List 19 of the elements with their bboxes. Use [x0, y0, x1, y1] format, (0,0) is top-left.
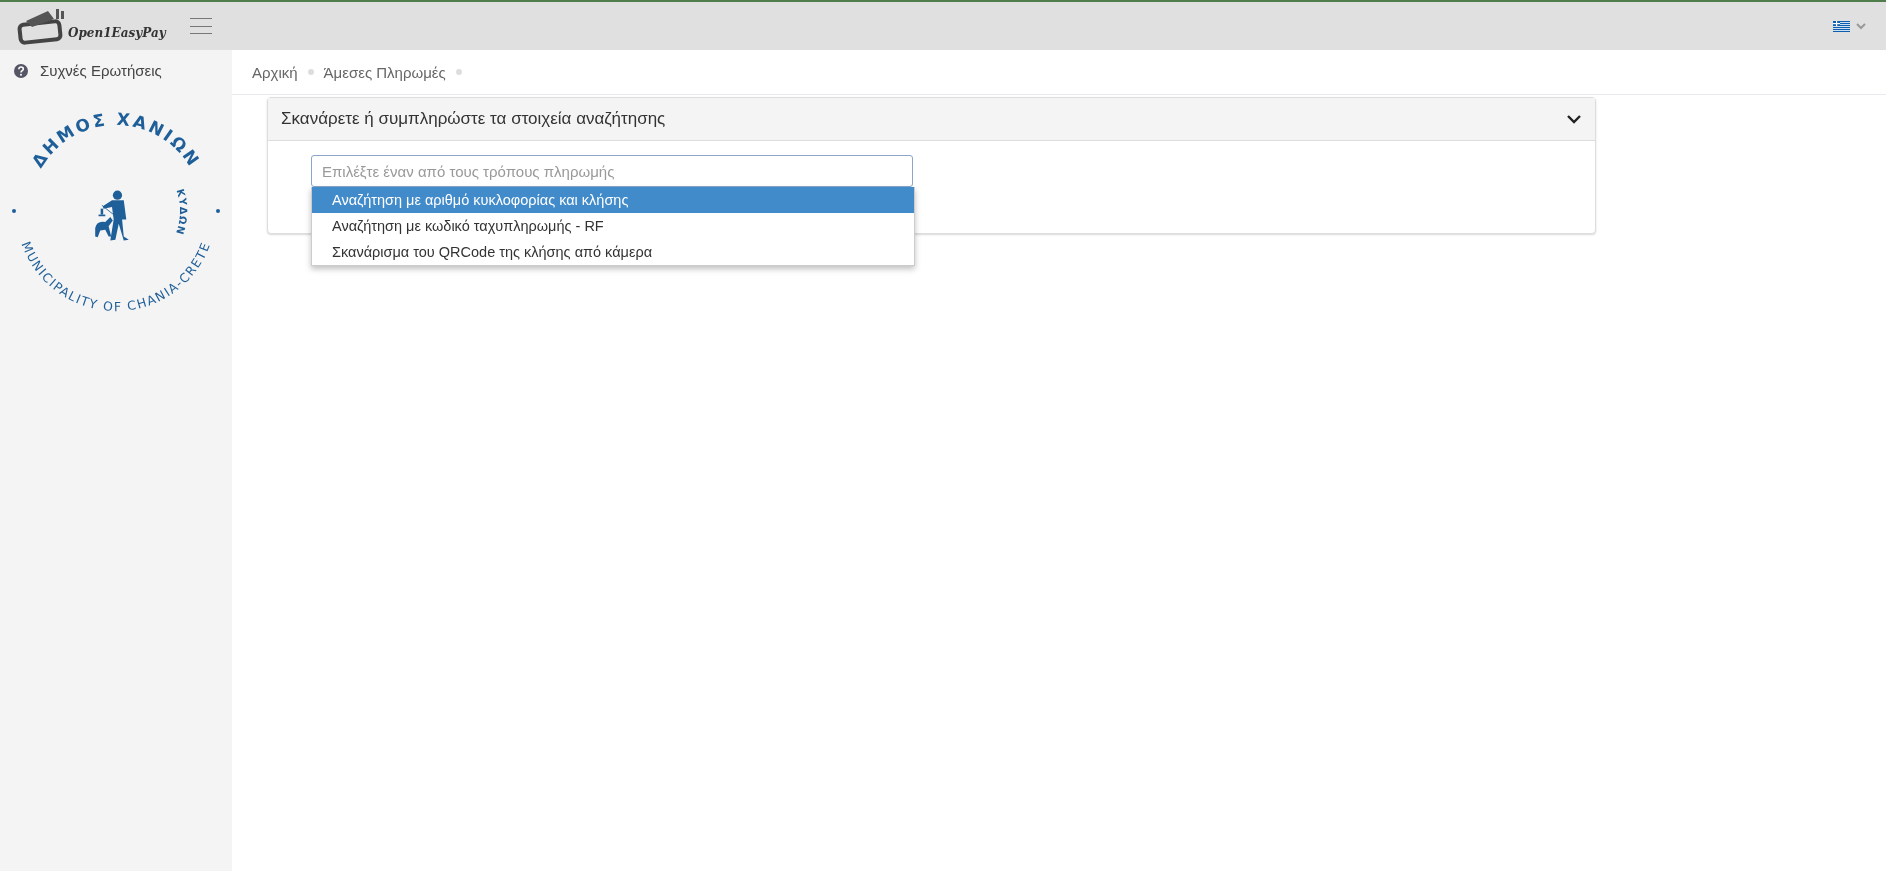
menu-option[interactable]: Αναζήτηση με κωδικό ταχυπληρωμής - RF: [312, 213, 914, 239]
panel-title: Σκανάρετε ή συμπληρώστε τα στοιχεία αναζήτησης: [281, 109, 666, 129]
hunter-drawing: [95, 190, 129, 241]
faq-link[interactable]: Συχνές Ερωτήσεις: [0, 50, 232, 87]
language-button[interactable]: [1833, 20, 1866, 32]
menu-button[interactable]: [190, 18, 212, 34]
flag-icon: [1833, 20, 1850, 32]
menu-option[interactable]: Αναζήτηση με αριθμό κυκλοφορίας και κλήσης: [312, 187, 914, 213]
breadcrumb-link[interactable]: Αρχική: [252, 63, 298, 81]
help-icon: [14, 63, 28, 78]
payment-method-field[interactable]: Επιλέξτε έναν από τους τρόπους πληρωμής: [311, 155, 913, 187]
collapse-button[interactable]: [1567, 114, 1581, 124]
seal-dot-icon: [216, 209, 220, 213]
chevron-down-icon: [1856, 22, 1866, 30]
menu-option[interactable]: Σκανάρισμα του QRCode της κλήσης από κάμερα: [312, 239, 914, 265]
logo-text: Open1EasyPay: [68, 26, 166, 40]
breadcrumb-link[interactable]: Άμεσες Πληρωμές: [323, 63, 446, 81]
seal-dot-icon: [12, 209, 16, 213]
wallet-phone-icon: [16, 7, 66, 45]
